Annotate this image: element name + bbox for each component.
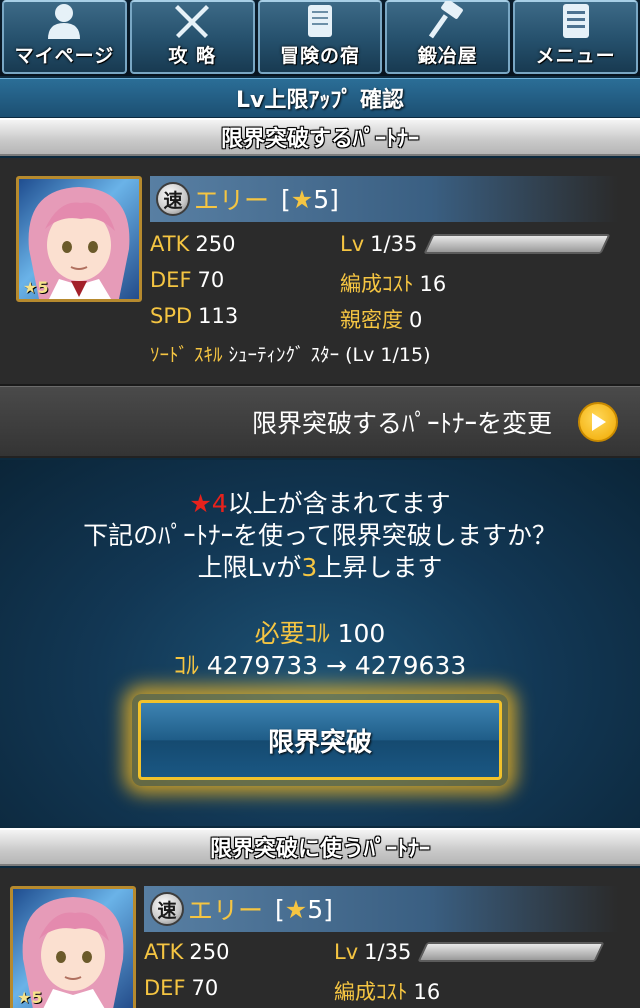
level-rise-prefix: 上限Lvが	[197, 553, 302, 582]
exp-bar	[417, 942, 605, 962]
col-balance-change: 4279733 → 4279633	[206, 651, 467, 680]
level-rise-suffix: 上昇します	[317, 553, 443, 582]
stat-atk-label: ATK	[144, 940, 184, 964]
partner-rarity: [★5]	[281, 185, 339, 214]
section-header-material: 限界突破に使うﾊﾟｰﾄﾅｰ	[0, 828, 640, 866]
confirm-question: 下記のﾊﾟｰﾄﾅｰを使って限界突破しますか？	[83, 521, 557, 550]
nav-mypage-label: マイページ	[14, 45, 115, 67]
warning-text: 以上が含まれてます	[227, 489, 451, 518]
stat-spd-label: SPD	[150, 304, 193, 328]
sword-skill-label: ｿｰﾄﾞ ｽｷﾙ	[150, 344, 223, 366]
nav-menu-button[interactable]: メニュー	[513, 0, 638, 74]
nav-blacksmith-button[interactable]: 鍛冶屋	[385, 0, 511, 74]
stat-def-label: DEF	[144, 976, 186, 1000]
stat-cost-label: 編成ｺｽﾄ	[334, 980, 408, 1004]
limit-break-button[interactable]: 限界突破	[138, 700, 502, 780]
rarity-star-icon: ★	[284, 894, 308, 924]
nav-blacksmith-label: 鍛冶屋	[417, 45, 478, 67]
stat-lv: Lv 1/35	[340, 232, 417, 256]
stat-lv: Lv 1/35	[334, 940, 411, 964]
scroll-icon	[297, 1, 343, 41]
stat-atk-value: 250	[195, 232, 236, 256]
partner-card-target[interactable]: ★5 速 エリー [★5] ATK 250 DEF 70 SPD 113 Lv 1/35…	[0, 158, 640, 386]
required-col-line: 必要ｺﾙ 100	[0, 614, 640, 650]
nav-menu-label: メニュー	[535, 45, 616, 67]
rarity-star-icon: ★	[290, 184, 314, 214]
stat-cost-value: 16	[413, 980, 441, 1004]
stat-def: DEF 70	[150, 268, 224, 292]
stat-def-value: 70	[197, 268, 225, 292]
section-header-material-label: 限界突破に使うﾊﾟｰﾄﾅｰ	[209, 837, 430, 862]
hammer-icon	[425, 1, 471, 41]
top-nav: マイページ 攻 略 冒険の宿 鍛冶屋 メニュー	[0, 0, 640, 76]
stat-affinity: 親密度 0	[340, 304, 422, 334]
confirm-panel: ★4以上が含まれてます 下記のﾊﾟｰﾄﾅｰを使って限界突破しますか？ 上限Lvが…	[0, 460, 640, 826]
portrait-rarity-badge: ★5	[17, 988, 43, 1007]
play-arrow-icon	[578, 401, 618, 442]
rarity-close: ]	[323, 894, 333, 924]
stat-def-value: 70	[191, 976, 219, 1000]
partner-portrait: ★5	[10, 886, 136, 1008]
sword-skill: ｿｰﾄﾞ ｽｷﾙ ｼｭｰﾃｨﾝｸﾞ ｽﾀｰ (Lv 1/15)	[150, 340, 431, 367]
page-title: Lv上限ｱｯﾌﾟ 確認	[0, 78, 640, 118]
partner-name-bar: 速 エリー [★5]	[144, 886, 618, 932]
partner-name-bar: 速 エリー [★5]	[150, 176, 618, 222]
rarity-open: [	[281, 184, 291, 214]
stat-lv-value: 1/35	[364, 940, 412, 964]
stat-atk: ATK 250	[144, 940, 229, 964]
stat-spd: SPD 113	[150, 304, 238, 328]
stat-def-label: DEF	[150, 268, 192, 292]
section-header-target-label: 限界突破するﾊﾟｰﾄﾅｰ	[220, 127, 419, 152]
partner-portrait: ★5	[16, 176, 142, 302]
nav-inn-label: 冒険の宿	[279, 45, 360, 67]
speed-type-icon: 速	[156, 182, 190, 216]
stat-cost-label: 編成ｺｽﾄ	[340, 272, 414, 296]
stat-affinity-label: 親密度	[340, 308, 403, 332]
menu-icon	[553, 1, 599, 41]
section-header-target: 限界突破するﾊﾟｰﾄﾅｰ	[0, 118, 640, 156]
rarity-open: [	[275, 894, 285, 924]
partner-rarity: [★5]	[275, 895, 333, 924]
nav-inn-button[interactable]: 冒険の宿	[257, 0, 383, 74]
nav-strategy-label: 攻 略	[168, 45, 216, 67]
level-rise-value: 3	[301, 553, 318, 582]
partner-name: エリー	[194, 186, 270, 215]
stat-cost: 編成ｺｽﾄ 16	[340, 268, 446, 298]
stat-affinity-value: 0	[409, 308, 423, 332]
portrait-rarity-badge: ★5	[23, 278, 49, 297]
stat-atk-value: 250	[189, 940, 230, 964]
change-partner-button[interactable]: 限界突破するﾊﾟｰﾄﾅｰを変更	[0, 386, 640, 458]
stat-atk: ATK 250	[150, 232, 235, 256]
sword-skill-value: ｼｭｰﾃｨﾝｸﾞ ｽﾀｰ (Lv 1/15)	[228, 344, 431, 366]
stat-atk-label: ATK	[150, 232, 190, 256]
required-col-label: 必要ｺﾙ	[254, 619, 330, 648]
crossed-swords-icon	[169, 1, 215, 41]
level-rise-line: 上限Lvが3上昇します	[0, 548, 640, 584]
required-col-value: 100	[337, 619, 386, 648]
stat-lv-label: Lv	[340, 232, 365, 256]
stat-lv-label: Lv	[334, 940, 359, 964]
stat-cost: 編成ｺｽﾄ 16	[334, 976, 440, 1006]
partner-name: エリー	[188, 896, 264, 925]
col-balance-line: ｺﾙ 4279733 → 4279633	[0, 646, 640, 682]
rarity-value: 5	[307, 894, 324, 924]
stat-lv-value: 1/35	[370, 232, 418, 256]
partner-card-material[interactable]: ★5 速 エリー [★5] ATK 250 DEF 70 Lv 1/35 編成ｺｽﾄ 1…	[0, 868, 640, 1008]
stat-cost-value: 16	[419, 272, 447, 296]
exp-bar	[423, 234, 611, 254]
rarity-close: ]	[329, 184, 339, 214]
nav-mypage-button[interactable]: マイページ	[2, 0, 127, 74]
change-partner-label: 限界突破するﾊﾟｰﾄﾅｰを変更	[251, 408, 552, 438]
person-icon	[41, 1, 87, 41]
warning-line: ★4以上が含まれてます	[0, 484, 640, 520]
col-balance-label: ｺﾙ	[173, 651, 199, 680]
stat-spd-value: 113	[198, 304, 239, 328]
speed-type-icon: 速	[150, 892, 184, 926]
stat-def: DEF 70	[144, 976, 218, 1000]
nav-strategy-button[interactable]: 攻 略	[129, 0, 255, 74]
warning-rarity: ★4	[189, 489, 228, 518]
rarity-value: 5	[313, 184, 330, 214]
